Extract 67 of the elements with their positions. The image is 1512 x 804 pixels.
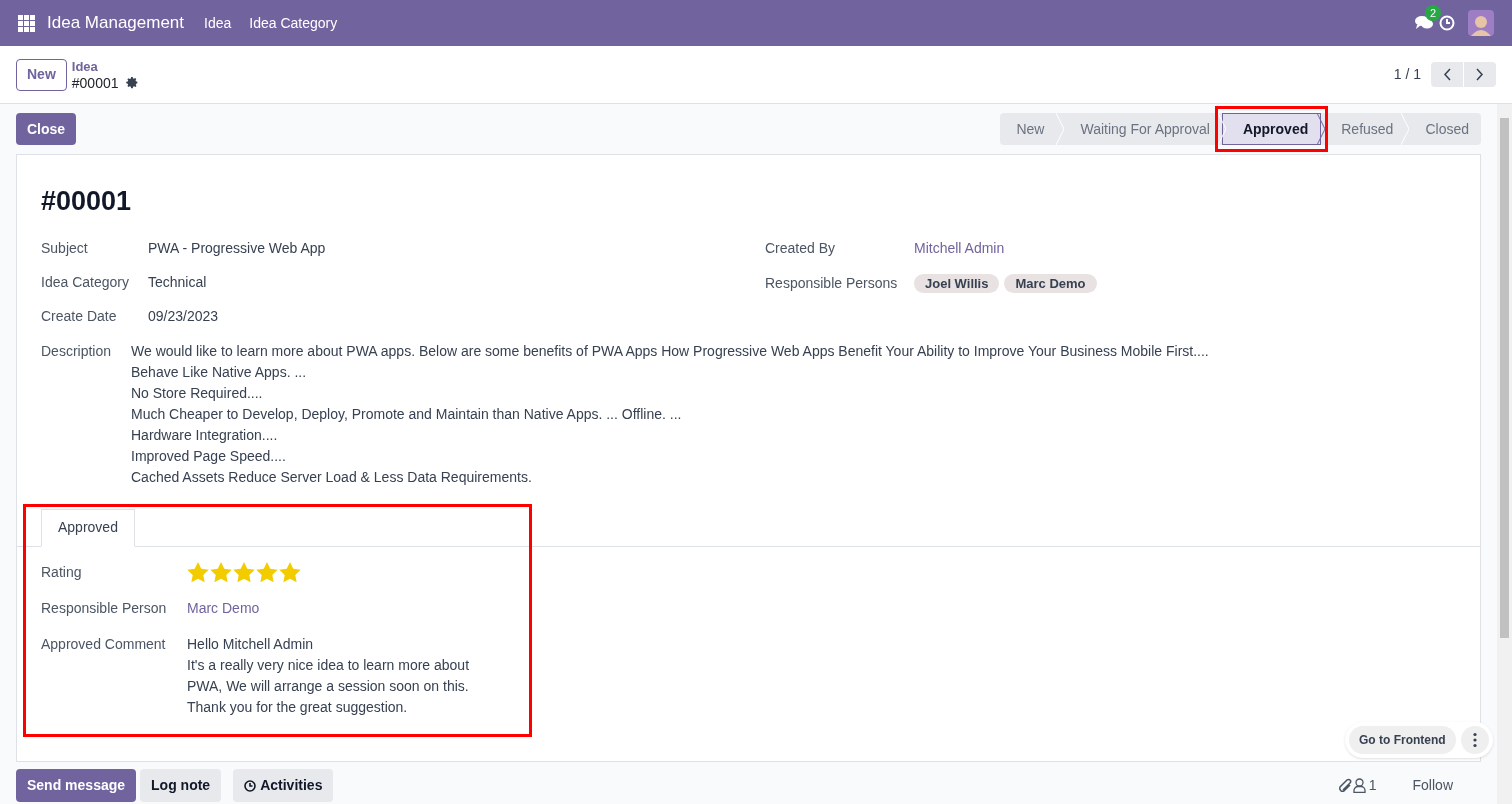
field-label: Description bbox=[41, 341, 113, 361]
send-message-button[interactable]: Send message bbox=[16, 769, 137, 802]
notebook-tab[interactable]: Approved bbox=[41, 508, 135, 547]
next-button[interactable] bbox=[1464, 62, 1496, 87]
comment-line: It's a really very nice idea to learn more about bbox=[187, 655, 470, 675]
user-avatar[interactable] bbox=[1468, 10, 1494, 36]
field-label: Idea Category bbox=[41, 272, 130, 292]
comment-line: Hello Mitchell Admin bbox=[187, 634, 315, 654]
app-menu-icon[interactable] bbox=[18, 14, 35, 32]
paperclip-icon[interactable] bbox=[1336, 776, 1353, 795]
star-rating[interactable] bbox=[187, 562, 301, 582]
star-icon[interactable] bbox=[187, 562, 209, 582]
star-icon[interactable] bbox=[279, 562, 301, 582]
field-label: Created By bbox=[765, 238, 837, 258]
new-button[interactable]: New bbox=[16, 58, 67, 91]
status-stage[interactable]: Refused bbox=[1321, 113, 1406, 145]
log-note-button[interactable]: Log note bbox=[140, 769, 222, 802]
record-title: #00001 bbox=[40, 185, 133, 218]
comment-line: PWA, We will arrange a session soon on this. bbox=[187, 676, 470, 696]
message-count-badge: 2 bbox=[1425, 5, 1442, 21]
settings-icon[interactable] bbox=[125, 76, 139, 89]
star-icon[interactable] bbox=[233, 562, 255, 582]
field-label: Responsible Person bbox=[41, 598, 168, 618]
field-value: PWA - Progressive Web App bbox=[148, 238, 326, 258]
status-stage[interactable]: Waiting For Approval bbox=[1060, 113, 1222, 145]
description-line: We would like to learn more about PWA apps. Below are some benefits of PWA Apps How Progressive Web Apps Benefit Your Ability to Improve Your Business Mobile First.... bbox=[131, 341, 1209, 361]
close-button[interactable]: Close bbox=[16, 113, 77, 145]
description-line: Much Cheaper to Develop, Deploy, Promote and Maintain than Native Apps. ... Offline. ... bbox=[131, 404, 683, 424]
field-value: 09/23/2023 bbox=[148, 306, 219, 326]
follow-button[interactable]: Follow bbox=[1412, 775, 1453, 796]
star-icon[interactable] bbox=[210, 562, 232, 582]
field-label: Approved Comment bbox=[41, 634, 167, 654]
description-line: Cached Assets Reduce Server Load & Less Data Requirements. bbox=[131, 467, 533, 487]
menu-item[interactable]: Idea Category bbox=[249, 12, 338, 34]
field-label: Rating bbox=[41, 562, 83, 582]
clock-icon bbox=[244, 779, 257, 792]
followers-button[interactable]: 1 bbox=[1352, 775, 1377, 796]
description-line: Hardware Integration.... bbox=[131, 425, 279, 445]
field-label: Create Date bbox=[41, 306, 118, 326]
comment-line: Thank you for the great suggestion. bbox=[187, 697, 409, 717]
scrollbar-thumb[interactable] bbox=[1500, 118, 1509, 638]
status-stage[interactable]: Closed bbox=[1405, 113, 1481, 145]
breadcrumb-link[interactable]: Idea bbox=[71, 58, 98, 75]
go-to-frontend-button[interactable]: Go to Frontend bbox=[1349, 726, 1456, 754]
field-label: Responsible Persons bbox=[765, 273, 899, 293]
field-value: Technical bbox=[148, 272, 207, 292]
stage-divider bbox=[1217, 113, 1226, 145]
app-name[interactable]: Idea Management bbox=[47, 10, 185, 36]
user-link[interactable]: Marc Demo bbox=[187, 597, 260, 619]
activities-button[interactable]: Activities bbox=[233, 769, 334, 802]
status-stage[interactable]: New bbox=[1000, 113, 1061, 145]
user-link[interactable]: Mitchell Admin bbox=[914, 237, 1005, 259]
stage-divider bbox=[1317, 113, 1326, 145]
pager-value: 1 / 1 bbox=[1393, 65, 1421, 84]
description-line: Improved Page Speed.... bbox=[131, 446, 287, 466]
previous-button[interactable] bbox=[1431, 62, 1463, 87]
record-name: #00001 bbox=[71, 74, 119, 91]
description-line: No Store Required.... bbox=[131, 383, 264, 403]
menu-item[interactable]: Idea bbox=[204, 12, 232, 34]
more-options-icon[interactable] bbox=[1460, 726, 1489, 754]
field-label: Subject bbox=[41, 238, 89, 258]
chat-icon[interactable] bbox=[1415, 15, 1433, 31]
clock-icon[interactable] bbox=[1439, 15, 1455, 31]
description-line: Behave Like Native Apps. ... bbox=[131, 362, 308, 382]
star-icon[interactable] bbox=[256, 562, 278, 582]
person-tag[interactable]: Joel Willis bbox=[914, 273, 1000, 293]
person-tag[interactable]: Marc Demo bbox=[1004, 273, 1097, 293]
